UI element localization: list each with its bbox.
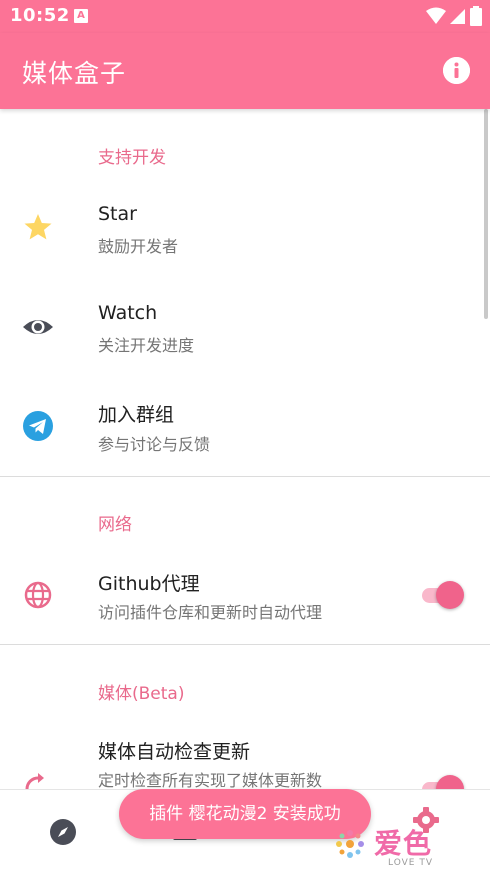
flower-logo-icon: [336, 830, 364, 858]
eye-icon: [23, 320, 53, 334]
notification-icon: A: [74, 9, 88, 23]
section-header-network: 网络: [98, 515, 132, 535]
divider: [0, 476, 490, 477]
item-subtitle: 定时检查所有实现了媒体更新数: [98, 771, 323, 789]
toggle-thumb: [436, 775, 464, 789]
toggle-thumb: [436, 581, 464, 609]
github-proxy-toggle[interactable]: [422, 578, 464, 612]
watermark-logo: 爱色 LOVE TV: [330, 820, 460, 870]
nav-tab-discover[interactable]: [49, 818, 77, 846]
item-subtitle: 访问插件仓库和更新时自动代理: [98, 603, 323, 622]
item-subtitle: 参与讨论与反馈: [98, 435, 211, 454]
battery-icon: [470, 6, 482, 26]
refresh-icon: [25, 773, 49, 789]
item-title: Github代理: [98, 573, 200, 595]
status-bar: 10:52 A: [0, 0, 490, 33]
wifi-icon: [426, 7, 446, 24]
compass-icon: [50, 819, 76, 845]
media-auto-update-toggle[interactable]: [422, 772, 464, 789]
section-header-media: 媒体(Beta): [98, 684, 185, 704]
telegram-icon: [23, 411, 53, 441]
watermark-subtext: LOVE TV: [388, 858, 433, 868]
status-time: 10:52: [10, 5, 70, 26]
item-title: 媒体自动检查更新: [98, 741, 251, 763]
status-icons: [426, 6, 482, 26]
item-title: 加入群组: [98, 404, 175, 426]
item-title: Watch: [98, 302, 158, 324]
settings-list[interactable]: 支持开发 Star 鼓励开发者 Watch 关注开发进度 加入群组 参与讨论与反…: [0, 109, 490, 789]
watermark-text: 爱色: [374, 827, 433, 860]
divider: [0, 644, 490, 645]
info-button[interactable]: [443, 57, 470, 84]
app-title: 媒体盒子: [22, 59, 127, 88]
cell-signal-icon: [450, 9, 465, 24]
section-header-support: 支持开发: [98, 148, 166, 168]
item-subtitle: 鼓励开发者: [98, 237, 179, 256]
scrollbar[interactable]: [484, 109, 488, 319]
item-subtitle: 关注开发进度: [98, 336, 195, 355]
app-bar: 媒体盒子: [0, 33, 490, 109]
globe-icon: [24, 581, 52, 609]
item-title: Star: [98, 203, 137, 225]
info-icon: [443, 57, 470, 84]
star-icon: [24, 214, 52, 240]
